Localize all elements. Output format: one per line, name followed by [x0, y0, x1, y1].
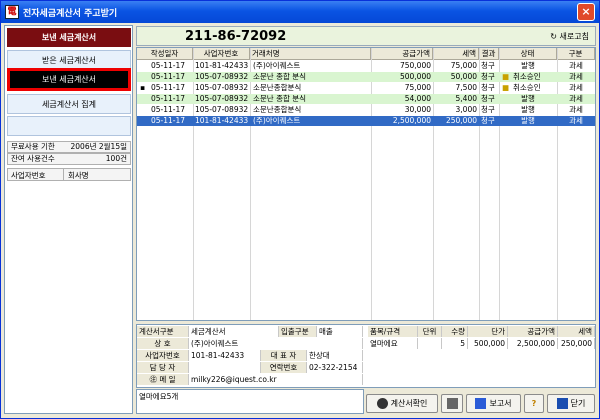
grid-header-date[interactable]: 작성일자 [137, 48, 193, 60]
left-panel: 보낸 세금계산서 받은 세금계산서 보낸 세금계산서 세금계산서 집계 무료사용… [4, 25, 133, 414]
close-window-button[interactable]: × [577, 3, 595, 21]
business-number-bar: 211-86-72092 ↻ 새로고침 [136, 26, 596, 46]
refresh-button[interactable]: ↻ 새로고침 [550, 31, 589, 42]
table-row[interactable]: 05-11-17 105-07-08932 소문난 종합 분식 500,000 … [137, 72, 595, 82]
grid-header-result[interactable]: 결과 [479, 48, 499, 60]
remaining-count-label: 잔여 사용건수 [11, 154, 55, 163]
window-title: 전자세금계산서 주고받기 [23, 9, 118, 19]
check-invoice-button[interactable]: 계산서확인 [366, 394, 438, 413]
col-header-company[interactable]: 회사명 [68, 170, 89, 181]
grid-header-type[interactable]: 구분 [557, 48, 595, 60]
grid-header-partner[interactable]: 거래처명 [250, 48, 371, 60]
nav-empty-slot [7, 116, 131, 136]
app-icon: 電 [5, 5, 19, 19]
table-row[interactable]: 05-11-17 101-81-42433 (주)아이퀘스트 750,000 7… [137, 61, 595, 71]
left-panel-title: 보낸 세금계산서 [7, 28, 131, 47]
grid-header-biz-no[interactable]: 사업자번호 [193, 48, 250, 60]
trash-icon [446, 398, 458, 409]
folder-icon: ■ [502, 83, 510, 92]
report-button[interactable]: 보고서 [466, 394, 521, 413]
save-icon: ▪ [140, 83, 146, 92]
app-window: 電 전자세금계산서 주고받기 × 보낸 세금계산서 받은 세금계산서 보낸 세금… [0, 0, 600, 419]
company-list-header: 사업자번호 회사명 [7, 168, 131, 181]
refresh-icon: ↻ [550, 32, 557, 41]
memo-field[interactable]: 열마에요5개 [136, 389, 364, 414]
eye-icon [376, 398, 388, 409]
table-row[interactable]: 05-11-17 105-07-08932 소문난 종합 분식 54,000 5… [137, 94, 595, 104]
table-row[interactable]: 05-11-17 105-07-08932 소문난종합분식 30,000 3,0… [137, 105, 595, 115]
col-header-biz-no[interactable]: 사업자번호 [11, 170, 46, 181]
grid-header-tax[interactable]: 세액 [433, 48, 479, 60]
free-use-value: 2006년 2월15일 [70, 142, 128, 151]
close-button[interactable]: 닫기 [547, 394, 595, 413]
delete-button[interactable] [441, 394, 463, 413]
table-row[interactable]: ▪ 05-11-17 105-07-08932 소문난종합분식 75,000 7… [137, 83, 595, 93]
free-use-label: 무료사용 기한 [11, 142, 55, 151]
folder-icon: ■ [502, 72, 510, 81]
remaining-count-row: 잔여 사용건수 100건 [7, 153, 131, 165]
refresh-label: 새로고침 [559, 32, 589, 41]
nav-invoice-summary[interactable]: 세금계산서 집계 [7, 94, 131, 114]
invoice-grid: 작성일자 사업자번호 거래처명 공급가액 세액 결과 상태 구분 05-11-1… [136, 47, 596, 321]
business-number: 211-86-72092 [185, 29, 287, 44]
remaining-count-value: 100건 [105, 154, 127, 163]
free-use-row: 무료사용 기한 2006년 2월15일 [7, 141, 131, 153]
help-button[interactable]: ? [524, 394, 544, 413]
exit-icon [556, 398, 568, 409]
nav-received-invoices[interactable]: 받은 세금계산서 [7, 50, 131, 70]
grid-header-status[interactable]: 상태 [499, 48, 557, 60]
nav-sent-invoices[interactable]: 보낸 세금계산서 [7, 68, 131, 91]
grid-header-supply[interactable]: 공급가액 [371, 48, 433, 60]
table-row-selected[interactable]: 05-11-17 101-81-42433 (주)아이퀘스트 2,500,000… [137, 116, 595, 126]
title-bar: 電 전자세금계산서 주고받기 × [1, 1, 599, 23]
invoice-detail-panel: 계산서구분 세금계산서 입출구분 매출 상 호 (주)아이퀘스트 사업자번호 1… [136, 324, 596, 388]
report-icon [475, 398, 487, 409]
